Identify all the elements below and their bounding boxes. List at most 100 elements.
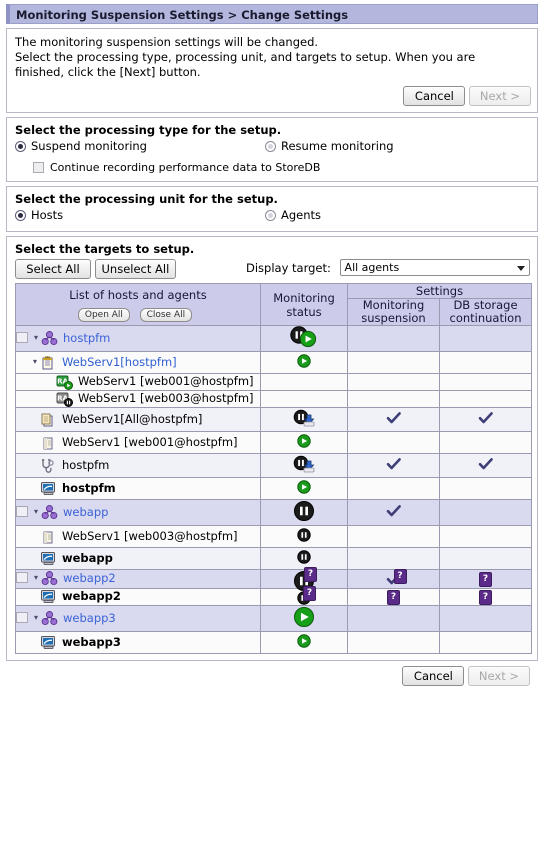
table-row[interactable]: ▾ webapp2??? (15, 567, 533, 591)
monitoring-suspension-cell (347, 605, 440, 632)
intro-panel: The monitoring suspension settings will … (6, 28, 538, 113)
monitoring-status-cell (260, 325, 348, 352)
table-row[interactable]: RA WebServ1 [web003@hostpfm] (15, 390, 533, 408)
radio-hosts[interactable]: Hosts (15, 208, 63, 222)
db-storage-cell (438, 325, 533, 352)
radio-suspend-monitoring[interactable]: Suspend monitoring (15, 139, 147, 153)
monitoring-suspension-cell: ? (347, 568, 440, 589)
table-row[interactable]: RA WebServ1 [web001@hostpfm] (15, 373, 533, 391)
next-button-bottom[interactable]: Next > (467, 666, 530, 686)
table-row[interactable]: webapp2??? (15, 586, 533, 606)
window-title: Monitoring Suspension Settings > Change … (6, 4, 538, 24)
pause-db-icon (292, 454, 316, 477)
radio-resume-monitoring[interactable]: Resume monitoring (265, 139, 394, 153)
chevron-down-icon[interactable]: ▾ (30, 355, 40, 369)
question-badge-icon: ? (479, 571, 492, 587)
chevron-down-icon (516, 266, 525, 271)
targets-toolbar: Select All Unselect All Display target: … (7, 258, 537, 283)
play-icon (295, 432, 313, 453)
storedb-option[interactable]: Continue recording performance data to S… (7, 161, 537, 181)
table-row[interactable]: ▾ WebServ1[hostpfm] (15, 351, 533, 374)
chevron-down-icon[interactable]: ▾ (31, 505, 41, 519)
row-label: WebServ1 [web003@hostpfm] (62, 528, 238, 543)
host-group-icon (41, 610, 59, 627)
close-all-button[interactable]: Close All (139, 307, 193, 322)
chevron-down-icon[interactable]: ▾ (31, 331, 41, 345)
monitoring-status-cell (260, 453, 348, 478)
row-label[interactable]: WebServ1[hostpfm] (62, 355, 260, 369)
row-label[interactable]: webapp3 (63, 611, 260, 625)
row-label: webapp (62, 550, 113, 565)
row-checkbox[interactable] (16, 331, 28, 343)
row-checkbox[interactable] (16, 572, 28, 583)
open-all-button[interactable]: Open All (77, 307, 130, 322)
intro-line-1: The monitoring suspension settings will … (15, 35, 319, 49)
pause-play-icon (289, 326, 319, 351)
display-target-select[interactable]: All agents (339, 259, 530, 276)
row-label[interactable]: hostpfm (63, 331, 260, 345)
windows-agent-icon (40, 481, 58, 497)
chevron-down-icon[interactable]: ▾ (31, 611, 41, 625)
windows-agent-icon (40, 589, 58, 605)
chevron-down-icon[interactable]: ▾ (31, 571, 41, 585)
header-list-of-hosts: List of hosts and agents Open All Close … (15, 283, 261, 326)
db-storage-cell: ? (438, 588, 533, 606)
table-row[interactable]: WebServ1 [web003@hostpfm] (15, 525, 533, 548)
table-row[interactable]: webapp (15, 547, 533, 570)
row-name-cell: hostpfm (15, 477, 261, 500)
unselect-all-button[interactable]: Unselect All (94, 259, 177, 279)
db-storage-cell (438, 373, 533, 391)
table-row[interactable]: WebServ1[All@hostpfm] (15, 407, 533, 432)
processing-unit-panel: Select the processing unit for the setup… (6, 186, 538, 232)
header-monitoring-status-l1: Monitoring (273, 290, 335, 305)
play-icon (295, 478, 313, 499)
monitoring-status-cell (260, 547, 348, 570)
check-question-icon: ? (382, 568, 407, 587)
check-icon (386, 457, 402, 474)
monitoring-status-cell (260, 431, 348, 454)
table-row[interactable]: hostpfm (15, 453, 533, 478)
db-storage-cell (438, 525, 533, 548)
ra-agent-play-icon: RA (56, 374, 74, 390)
radio-resume-label: Resume monitoring (281, 139, 394, 153)
row-checkbox[interactable] (16, 505, 28, 517)
monitoring-suspension-cell (347, 631, 440, 654)
table-row[interactable]: ▾ webapp3 (15, 605, 533, 632)
table-row[interactable]: hostpfm (15, 477, 533, 500)
cancel-button-top[interactable]: Cancel (403, 86, 466, 106)
db-storage-cell (438, 431, 533, 454)
cancel-button-bottom[interactable]: Cancel (402, 666, 465, 686)
play-big-icon (293, 606, 315, 631)
row-checkbox[interactable] (16, 611, 28, 623)
processing-type-panel: Select the processing type for the setup… (6, 117, 538, 182)
select-all-button[interactable]: Select All (15, 259, 91, 279)
table-row[interactable]: ▾ webapp (15, 499, 533, 526)
display-target-group: Display target: All agents (246, 259, 530, 276)
row-name-cell: hostpfm (15, 453, 261, 478)
db-storage-cell (438, 477, 533, 500)
processing-unit-title: Select the processing unit for the setup… (15, 192, 278, 206)
next-button-top[interactable]: Next > (468, 86, 531, 106)
radio-on-icon (15, 210, 26, 221)
row-label[interactable]: webapp2 (63, 571, 260, 585)
monitoring-status-cell (260, 390, 348, 408)
monitoring-status-cell (260, 407, 348, 432)
table-row[interactable]: webapp3 (15, 631, 533, 654)
targets-title: Select the targets to setup. (15, 242, 195, 256)
row-name-cell: ▾ WebServ1[hostpfm] (15, 351, 261, 374)
table-row[interactable]: ▾ hostpfm (15, 325, 533, 352)
row-name-cell: RA WebServ1 [web003@hostpfm] (15, 390, 261, 408)
rm-platform-plain-icon (40, 435, 58, 451)
radio-agents[interactable]: Agents (265, 208, 321, 222)
pause-big-icon (293, 500, 315, 525)
monitoring-status-cell (260, 373, 348, 391)
monitoring-status-cell (260, 499, 348, 526)
healthcheck-stethoscope-icon (40, 458, 58, 474)
monitoring-status-cell (260, 351, 348, 374)
table-row[interactable]: WebServ1 [web001@hostpfm] (15, 431, 533, 454)
radio-off-icon (265, 141, 276, 152)
monitoring-suspension-cell (347, 477, 440, 500)
header-monitoring-suspension: Monitoring suspension (347, 298, 440, 326)
row-label[interactable]: webapp (63, 505, 260, 519)
db-storage-cell (438, 605, 533, 632)
